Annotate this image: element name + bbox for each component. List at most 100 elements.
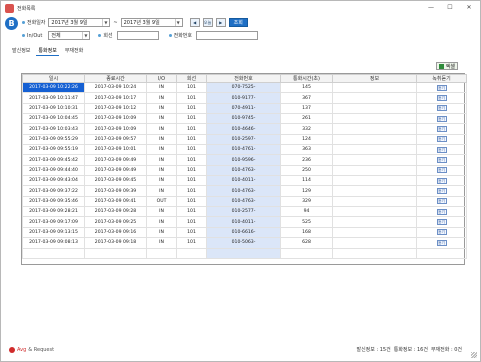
tab-call-info[interactable]: 통화정보: [36, 46, 59, 56]
table-cell: 2017-03-09 09:08:13: [22, 237, 85, 249]
play-recording-button[interactable]: 듣기: [436, 95, 447, 102]
tab-missed-calls[interactable]: 부재전화: [63, 46, 85, 56]
table-cell: 2017-03-09 09:55:19: [22, 144, 85, 156]
table-row[interactable]: 2017-03-09 10:04:45 2017-03-09 10:09 IN 101…: [22, 113, 467, 125]
today-button[interactable]: 오늘: [202, 18, 213, 27]
excel-icon: [438, 63, 444, 69]
play-recording-button[interactable]: 듣기: [436, 136, 447, 143]
play-recording-button[interactable]: 듣기: [436, 188, 447, 195]
column-header[interactable]: 종료시간: [84, 74, 147, 83]
table-cell: 101: [176, 164, 207, 177]
table-cell: 525: [280, 216, 333, 228]
table-cell: 114: [280, 175, 333, 187]
next-day-button[interactable]: ▶: [215, 18, 226, 27]
table-row[interactable]: 2017-03-09 10:03:43 2017-03-09 10:09 IN 101…: [22, 123, 467, 135]
table-cell: IN: [146, 144, 177, 156]
play-recording-button[interactable]: 듣기: [436, 229, 447, 236]
table-cell: OUT: [146, 195, 177, 208]
column-header[interactable]: 전화번호: [206, 74, 281, 83]
table-row[interactable]: 2017-03-09 09:28:21 2017-03-09 09:28 IN 101…: [22, 206, 467, 218]
line-input[interactable]: [116, 31, 159, 40]
table-cell: 010-4763-: [206, 195, 281, 208]
chevron-down-icon[interactable]: ▼: [82, 32, 88, 39]
table-cell: 2017-03-09 09:45: [84, 175, 147, 187]
phone-input[interactable]: [196, 31, 259, 40]
play-recording-button[interactable]: 듣기: [436, 105, 447, 112]
table-cell: 101: [176, 81, 207, 94]
table-cell: [206, 247, 281, 259]
table-cell: [332, 113, 417, 125]
title-bar: 전화목록 — ☐ ✕: [1, 1, 480, 15]
table-cell: [332, 133, 417, 146]
play-recording-button[interactable]: 듣기: [436, 219, 447, 226]
play-recording-button[interactable]: 듣기: [436, 115, 447, 122]
table-cell: 010-6616-: [206, 226, 281, 239]
phone-label: 전화번호: [173, 33, 193, 39]
table-body: 2017-03-09 10:22:26 2017-03-09 10:24 IN 101…: [22, 81, 467, 259]
play-recording-button[interactable]: 듣기: [436, 177, 447, 184]
table-cell: 101: [176, 237, 207, 249]
table-row[interactable]: 2017-03-09 09:55:19 2017-03-09 10:01 IN 101…: [22, 144, 467, 156]
from-date-picker[interactable]: 2017년 3월 9일 ▼: [48, 18, 111, 27]
table-row[interactable]: 2017-03-09 09:45:42 2017-03-09 09:49 IN 101…: [22, 154, 467, 166]
column-header[interactable]: 통화시간(초): [280, 74, 333, 83]
table-cell: 010-4646-: [206, 123, 281, 135]
table-cell: 2017-03-09 09:55:29: [22, 133, 85, 146]
table-row[interactable]: 2017-03-09 09:44:40 2017-03-09 09:49 IN 101…: [22, 164, 467, 177]
column-header[interactable]: 회선: [176, 74, 207, 83]
table-row[interactable]: 2017-03-09 10:22:26 2017-03-09 10:24 IN 101…: [22, 81, 467, 94]
table-cell: IN: [146, 185, 177, 197]
table-row[interactable]: 2017-03-09 09:17:09 2017-03-09 09:25 IN 101…: [22, 216, 467, 228]
summary-stats: 발신정보 : 15건 통화정보 : 16건 부재전화 : 0건: [356, 346, 462, 353]
close-button[interactable]: ✕: [460, 2, 478, 12]
table-row[interactable]: 2017-03-09 09:55:29 2017-03-09 09:57 IN 101…: [22, 133, 467, 146]
play-recording-button[interactable]: 듣기: [436, 239, 447, 246]
bullet-icon: [22, 21, 25, 24]
maximize-button[interactable]: ☐: [441, 2, 459, 12]
table-row[interactable]: 2017-03-09 10:10:31 2017-03-09 10:12 IN 101…: [22, 102, 467, 115]
column-header[interactable]: 녹취듣기: [416, 74, 467, 83]
play-recording-button[interactable]: 듣기: [436, 167, 447, 174]
table-row[interactable]: 2017-03-09 10:11:47 2017-03-09 10:17 IN 101…: [22, 92, 467, 104]
table-cell: [146, 247, 177, 259]
column-header[interactable]: 정보: [332, 74, 417, 83]
play-recording-button[interactable]: 듣기: [436, 146, 447, 153]
play-recording-button[interactable]: 듣기: [436, 126, 447, 133]
table-cell: 101: [176, 133, 207, 146]
table-row[interactable]: 2017-03-09 09:37:22 2017-03-09 09:39 IN 101…: [22, 185, 467, 197]
table-row[interactable]: 2017-03-09 09:43:04 2017-03-09 09:45 IN 101…: [22, 175, 467, 187]
table-cell: [332, 164, 417, 177]
table-cell: 363: [280, 144, 333, 156]
table-cell: 101: [176, 92, 207, 104]
table-row[interactable]: 2017-03-09 09:35:46 2017-03-09 09:41 OUT 10…: [22, 195, 467, 208]
column-header[interactable]: 일시: [22, 74, 85, 83]
table-cell: 010-9745-: [206, 113, 281, 125]
summary-stat: 통화정보 : 16건: [393, 347, 428, 353]
table-cell: 2017-03-09 10:03:43: [22, 123, 85, 135]
table-cell: [332, 175, 417, 187]
tab-outgoing-info[interactable]: 발신정보: [10, 46, 32, 56]
search-button[interactable]: 조회: [228, 18, 248, 27]
excel-export-button[interactable]: 엑셀: [435, 62, 458, 70]
table-cell: 124: [280, 133, 333, 146]
table-cell: 101: [176, 216, 207, 228]
table-row[interactable]: 2017-03-09 09:08:13 2017-03-09 09:18 IN 101…: [22, 237, 467, 249]
minimize-button[interactable]: —: [422, 2, 440, 12]
chevron-down-icon[interactable]: ▼: [102, 19, 108, 26]
table-cell: 2017-03-09 09:37:22: [22, 185, 85, 197]
bullet-icon: [168, 34, 172, 37]
table-cell: 듣기: [416, 133, 467, 146]
prev-day-button[interactable]: ◀: [189, 18, 200, 27]
table-cell: [332, 237, 417, 249]
play-recording-button[interactable]: 듣기: [436, 157, 447, 164]
table-row[interactable]: 2017-03-09 09:13:15 2017-03-09 09:16 IN 101…: [22, 226, 467, 239]
chevron-down-icon[interactable]: ▼: [174, 19, 181, 26]
play-recording-button[interactable]: 듣기: [436, 84, 447, 91]
resize-grip-icon[interactable]: [471, 352, 477, 358]
inout-select[interactable]: 전체 ▼: [48, 31, 91, 40]
column-header[interactable]: I/O: [146, 74, 177, 83]
play-recording-button[interactable]: 듣기: [436, 208, 447, 215]
app-icon: [5, 3, 14, 13]
to-date-picker[interactable]: 2017년 3월 9일 ▼: [120, 18, 183, 27]
play-recording-button[interactable]: 듣기: [436, 198, 447, 205]
